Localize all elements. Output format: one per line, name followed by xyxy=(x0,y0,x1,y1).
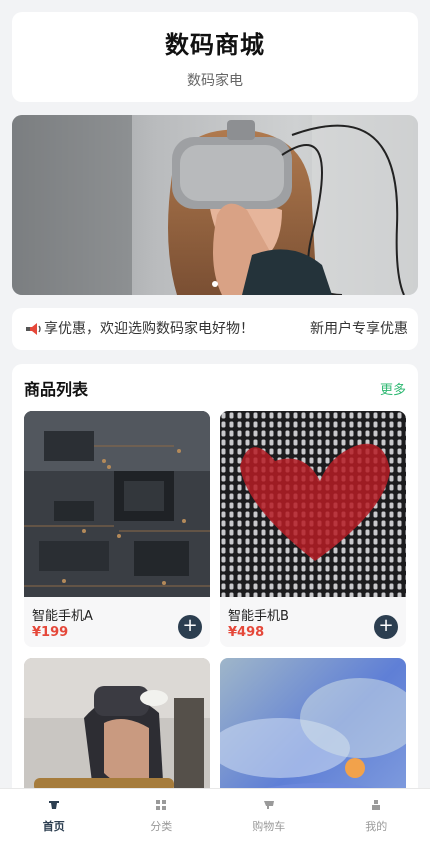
add-to-cart-button[interactable]: + xyxy=(178,615,202,639)
product-card[interactable]: 智能手机A ¥199 + xyxy=(24,411,210,647)
product-section-title: 商品列表 xyxy=(24,380,89,399)
store-subtitle: 数码家电 xyxy=(187,72,243,89)
category-icon xyxy=(156,799,167,810)
bottom-tab-bar: 首页 分类 购物车 我的 xyxy=(0,788,430,844)
tab-label: 我的 xyxy=(365,819,388,833)
user-icon xyxy=(372,799,381,810)
notice-bar: 享优惠，欢迎选购数码家电好物！ 新用户专享优惠 xyxy=(12,308,418,350)
tab-profile[interactable]: 我的 xyxy=(323,789,430,844)
hero-banner[interactable] xyxy=(12,115,418,295)
tab-home[interactable]: 首页 xyxy=(0,789,108,844)
home-icon xyxy=(48,800,59,809)
tab-category[interactable]: 分类 xyxy=(108,789,216,844)
product-name: 智能手机B xyxy=(228,609,289,624)
tab-label: 分类 xyxy=(150,819,173,833)
tab-label: 购物车 xyxy=(252,819,286,833)
product-section: 商品列表 更多 智能手机A ¥199 + 智能手机B ¥498 + xyxy=(12,364,418,844)
carousel-dot-active[interactable] xyxy=(212,281,218,287)
notice-text-next: 新用户专享优惠 xyxy=(310,321,408,337)
tab-label: 首页 xyxy=(42,819,65,833)
notice-marquee: 享优惠，欢迎选购数码家电好物！ 新用户专享优惠 xyxy=(44,308,408,350)
product-section-header: 商品列表 更多 xyxy=(24,376,406,400)
product-price: ¥498 xyxy=(228,625,265,640)
cart-icon xyxy=(263,800,274,809)
product-image xyxy=(24,411,210,597)
product-name: 智能手机A xyxy=(32,609,93,624)
product-price: ¥199 xyxy=(32,625,69,640)
notice-text-current: 享优惠，欢迎选购数码家电好物！ xyxy=(44,321,254,337)
app-page: 数码商城 数码家电 享优惠，欢迎选购数码家电好物！ 新用户专享优惠 商品列表 更… xyxy=(0,0,430,844)
add-to-cart-button[interactable]: + xyxy=(374,615,398,639)
product-card[interactable]: 智能手机B ¥498 + xyxy=(220,411,406,647)
store-title: 数码商城 xyxy=(165,30,265,59)
megaphone-icon xyxy=(26,323,41,335)
more-link[interactable]: 更多 xyxy=(380,379,406,398)
store-header: 数码商城 数码家电 xyxy=(12,12,418,102)
tab-cart[interactable]: 购物车 xyxy=(215,789,323,844)
banner-image xyxy=(12,115,418,295)
product-image xyxy=(220,411,406,597)
